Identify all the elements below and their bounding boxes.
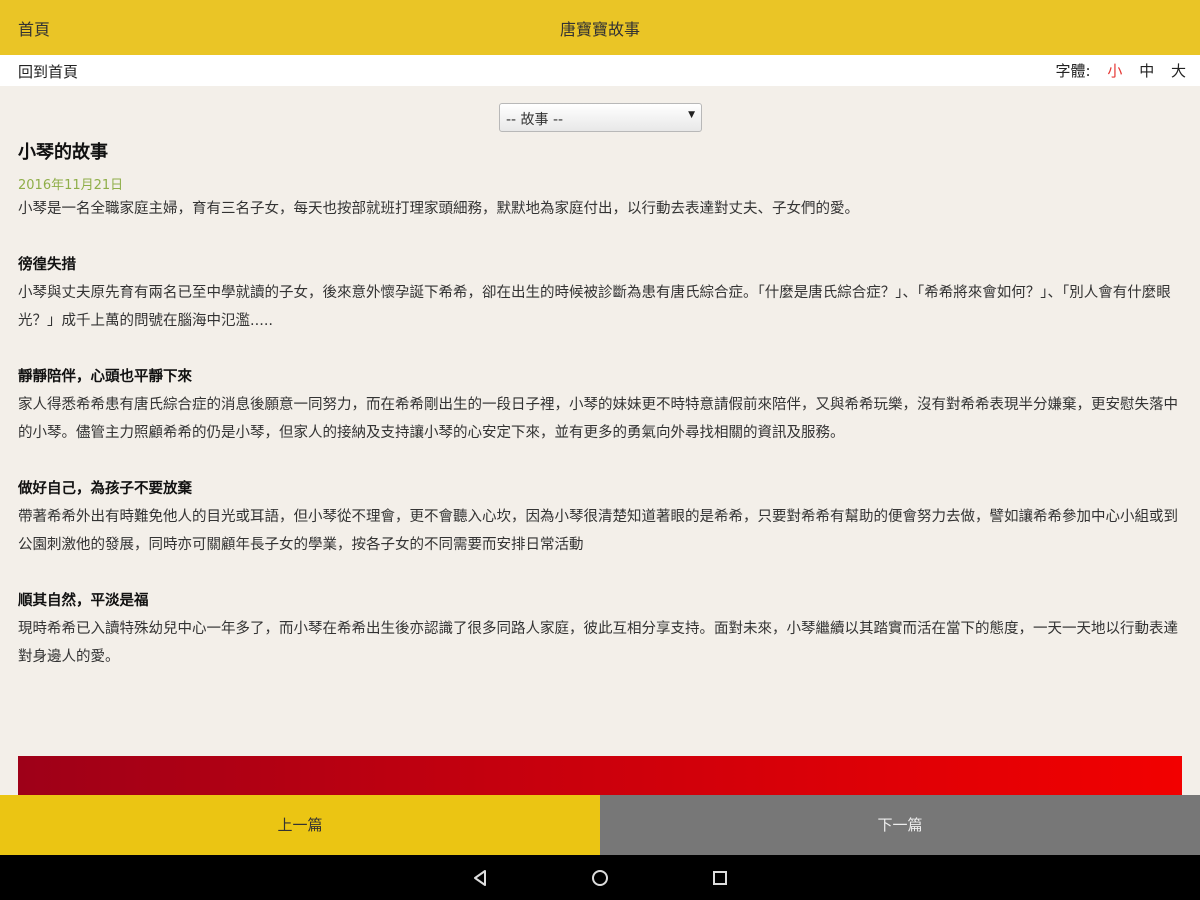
- section-body: 帶著希希外出有時難免他人的目光或耳語，但小琴從不理會，更不會聽入心坎，因為小琴很…: [18, 509, 1178, 553]
- story-select-value: -- 故事 --: [506, 112, 564, 128]
- recents-icon[interactable]: [710, 868, 730, 888]
- system-navigation-bar: [0, 855, 1200, 900]
- font-size-switcher: 字體: 小 中 大: [1056, 60, 1186, 81]
- font-size-medium[interactable]: 中: [1139, 62, 1154, 80]
- app-header: 首頁 唐寶寶故事: [0, 0, 1200, 55]
- sub-toolbar: 回到首頁 字體: 小 中 大: [0, 55, 1200, 86]
- article: 小琴的故事 2016年11月21日 小琴是一名全職家庭主婦，育有三名子女，每天也…: [18, 136, 1178, 671]
- section-heading: 徬徨失措: [18, 257, 76, 273]
- font-size-small[interactable]: 小: [1107, 62, 1122, 80]
- article-intro: 小琴是一名全職家庭主婦，育有三名子女，每天也按部就班打理家頭細務，默默地為家庭付…: [18, 201, 859, 217]
- home-link[interactable]: 首頁: [18, 16, 50, 40]
- next-article-button[interactable]: 下一篇: [600, 795, 1200, 855]
- section-body: 現時希希已入讀特殊幼兒中心一年多了，而小琴在希希出生後亦認識了很多同路人家庭，彼…: [18, 621, 1178, 665]
- section-body: 家人得悉希希患有唐氏綜合症的消息後願意一同努力，而在希希剛出生的一段日子裡，小琴…: [18, 397, 1178, 441]
- section-body: 小琴與丈夫原先育有兩名已至中學就讀的子女，後來意外懷孕誕下希希，卻在出生的時候被…: [18, 285, 1171, 329]
- section-heading: 順其自然，平淡是福: [18, 593, 149, 609]
- story-select[interactable]: -- 故事 -- ▼: [499, 103, 702, 132]
- article-title: 小琴的故事: [18, 142, 108, 163]
- back-icon[interactable]: [470, 868, 490, 888]
- section-heading: 做好自己，為孩子不要放棄: [18, 481, 192, 497]
- page-title: 唐寶寶故事: [559, 20, 640, 39]
- home-icon[interactable]: [590, 868, 610, 888]
- font-size-label: 字體:: [1055, 62, 1091, 80]
- font-size-large[interactable]: 大: [1171, 62, 1186, 80]
- red-banner: [18, 756, 1182, 796]
- section-heading: 靜靜陪伴，心頭也平靜下來: [18, 369, 192, 385]
- article-date: 2016年11月21日: [18, 178, 124, 193]
- dropdown-caret-icon: ▼: [688, 110, 695, 120]
- previous-article-button[interactable]: 上一篇: [0, 795, 600, 855]
- back-to-home-link[interactable]: 回到首頁: [18, 61, 78, 82]
